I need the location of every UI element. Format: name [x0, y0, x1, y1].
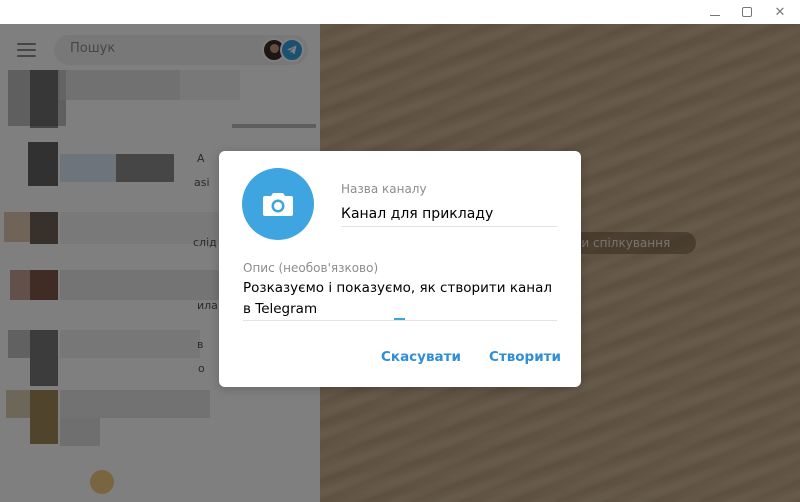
channel-description-label: Опис (необов'язково)	[243, 261, 379, 275]
camera-icon	[263, 193, 293, 216]
maximize-button[interactable]	[730, 0, 764, 24]
description-focus-indicator	[394, 318, 405, 320]
create-button[interactable]: Створити	[489, 349, 561, 365]
channel-name-input[interactable]	[341, 201, 557, 227]
minimize-button[interactable]	[698, 0, 732, 24]
channel-description-input[interactable]: Розказуємо і показуємо, як створити кана…	[243, 278, 557, 320]
cancel-button[interactable]: Скасувати	[381, 349, 461, 365]
channel-name-label: Назва каналу	[341, 182, 427, 196]
maximize-icon	[742, 7, 752, 17]
new-channel-dialog: Назва каналу Опис (необов'язково) Розказ…	[219, 151, 581, 387]
minimize-icon	[710, 14, 720, 16]
title-bar: ✕	[0, 0, 800, 24]
close-icon: ✕	[774, 4, 786, 20]
description-underline	[243, 320, 557, 321]
close-button[interactable]: ✕	[763, 0, 797, 24]
set-channel-photo-button[interactable]	[242, 168, 314, 240]
